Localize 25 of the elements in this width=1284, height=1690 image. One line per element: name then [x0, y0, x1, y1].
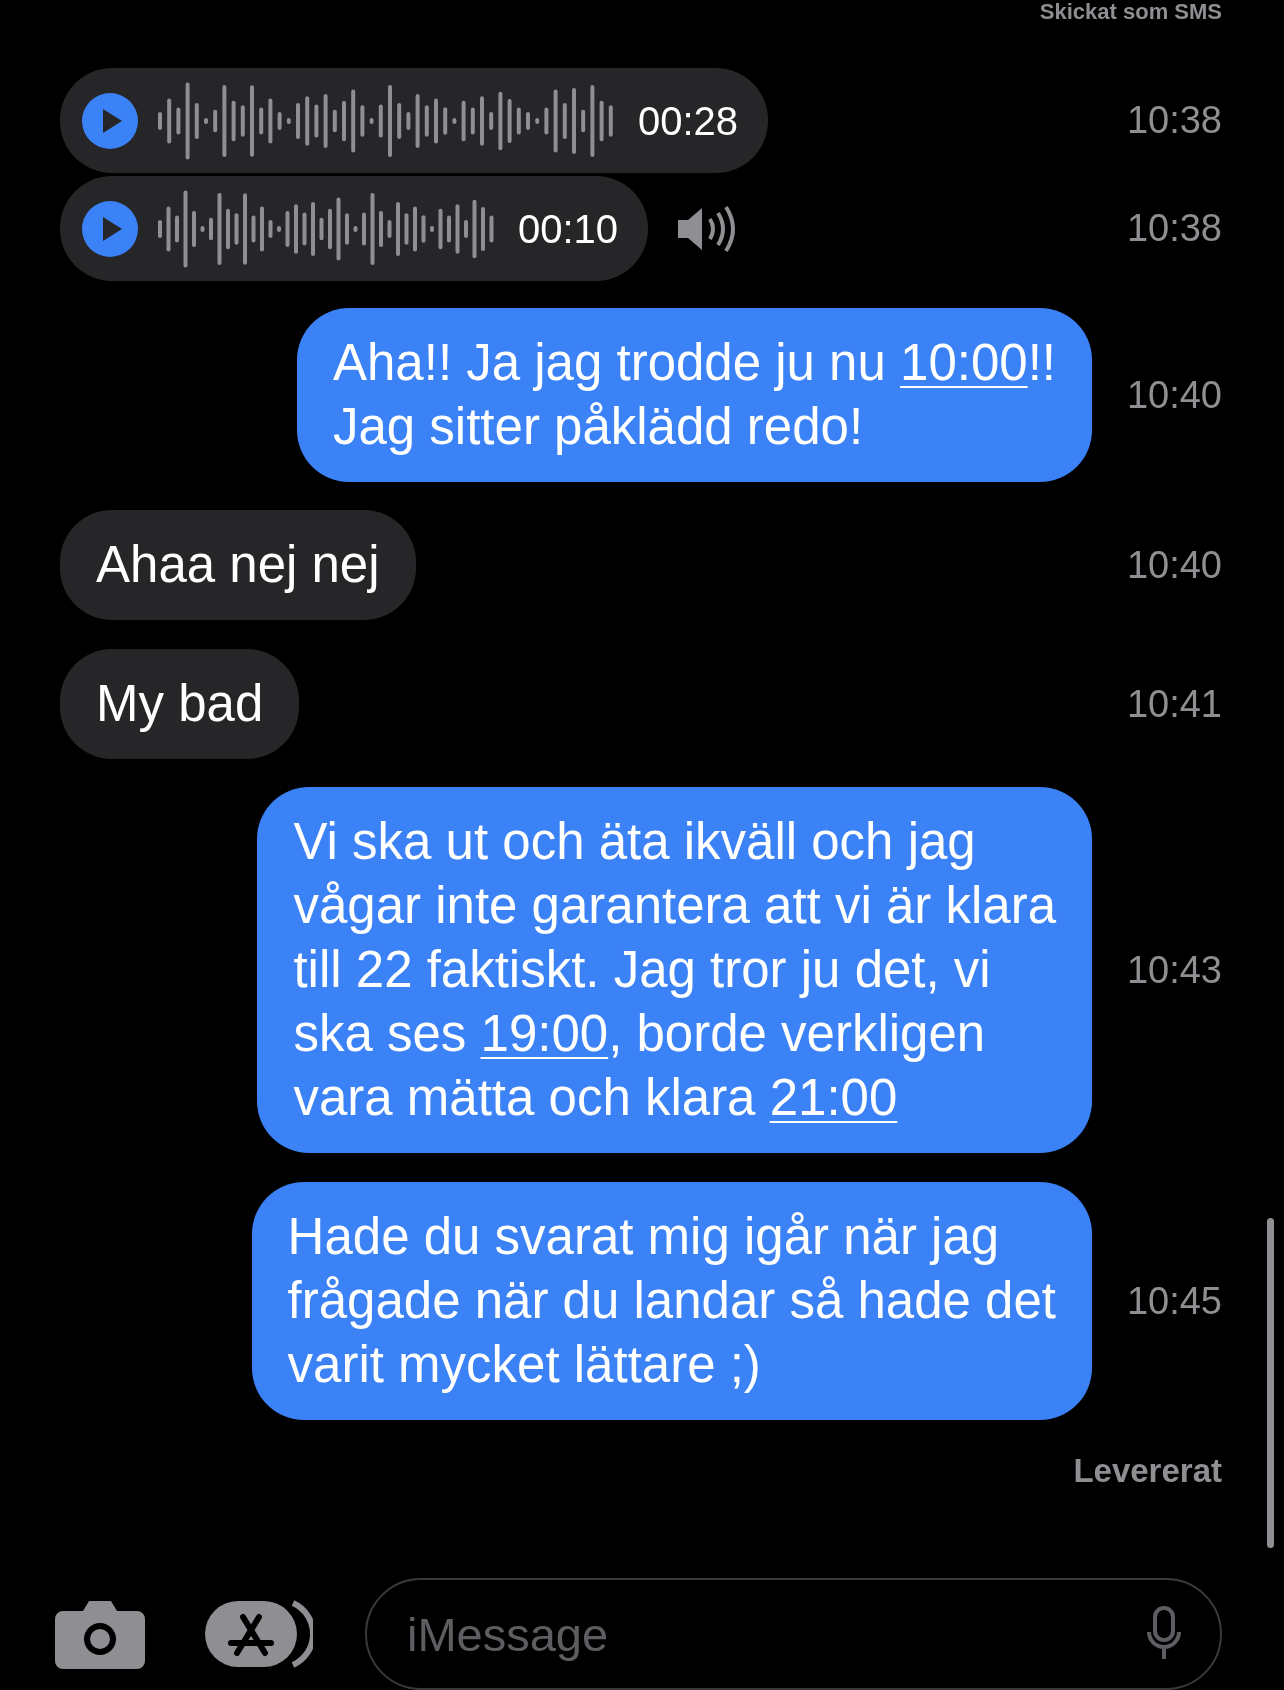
- timestamp: 10:43: [1126, 948, 1222, 991]
- delivery-status: Levererat: [1073, 1452, 1222, 1489]
- duration-text: 00:10: [518, 205, 619, 253]
- time-link[interactable]: 19:00: [480, 1005, 609, 1062]
- message-text: Vi ska ut och äta ikväll och jag vågar inte garantera att vi är klara till 22 faktiskt. Jag tror ju det, vi ska ses 19:00, borde verkligen vara mätta och klara 21:00: [257, 787, 1092, 1153]
- message-text: My bad: [60, 649, 300, 759]
- time-link[interactable]: 10:00: [900, 334, 1028, 391]
- app-store-icon[interactable]: [205, 1599, 313, 1669]
- timestamp: 10:40: [1126, 373, 1222, 416]
- timestamp: 10:40: [1126, 543, 1222, 586]
- timestamp: 10:41: [1126, 682, 1222, 725]
- play-icon[interactable]: [82, 200, 138, 257]
- camera-icon[interactable]: [55, 1599, 145, 1669]
- play-icon[interactable]: [82, 92, 138, 149]
- message-text: Aha!! Ja jag trodde ju nu 10:00!! Jag sitter påklädd redo!: [296, 308, 1092, 482]
- microphone-icon[interactable]: [1146, 1606, 1182, 1662]
- timestamp: 10:38: [1126, 207, 1222, 249]
- message-text: Ahaa nej nej: [60, 510, 416, 620]
- time-link[interactable]: 21:00: [769, 1069, 898, 1126]
- duration-text: 00:28: [638, 97, 739, 145]
- timestamp: 10:38: [1126, 99, 1222, 141]
- timestamp: 10:45: [1126, 1279, 1222, 1322]
- message-input[interactable]: iMessage: [365, 1578, 1222, 1690]
- status-note: Skickat som SMS: [1039, 0, 1222, 24]
- message-text: Hade du svarat mig igår när jag frågade när du landar så hade det varit mycket lättare ;): [251, 1182, 1092, 1420]
